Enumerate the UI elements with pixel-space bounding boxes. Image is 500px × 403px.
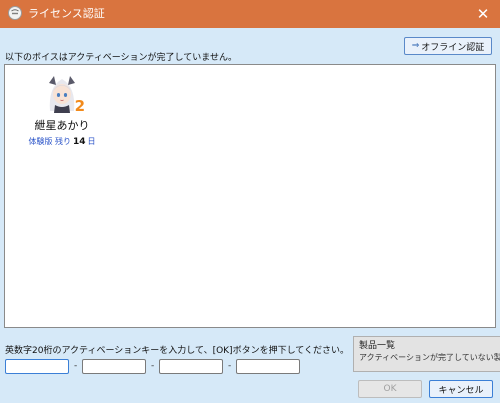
title-bar: ライセンス認証 ✕ xyxy=(0,0,500,28)
activation-key-field-3[interactable] xyxy=(159,359,223,374)
cancel-button[interactable]: キャンセル xyxy=(429,380,493,398)
avatar: 2 xyxy=(42,73,85,115)
trial-unit: 日 xyxy=(87,137,96,146)
close-button[interactable]: ✕ xyxy=(466,0,500,28)
offline-auth-label: オフライン認証 xyxy=(421,42,485,53)
activation-key-field-2[interactable] xyxy=(82,359,146,374)
chat-bubble-icon xyxy=(8,6,22,20)
activation-key-field-1[interactable] xyxy=(5,359,69,374)
key-separator: - xyxy=(151,361,155,371)
unactivated-voices-label: 以下のボイスはアクティベーションが完了していません。 xyxy=(5,53,238,63)
window-title: ライセンス認証 xyxy=(28,7,105,20)
voice-list-panel: 2 紲星あかり 体験版 残り 14 日 xyxy=(4,64,496,328)
trial-label: 体験版 残り xyxy=(28,137,71,146)
trial-status: 体験版 残り 14 日 xyxy=(23,136,101,148)
voice-name: 紲星あかり xyxy=(34,119,90,132)
product-list-title: 製品一覧 xyxy=(359,341,396,351)
trial-days: 14 xyxy=(73,137,86,147)
key-separator: - xyxy=(228,361,232,371)
version-badge: 2 xyxy=(74,97,85,115)
ok-button[interactable]: OK xyxy=(358,380,422,398)
offline-auth-button[interactable]: ⇒ オフライン認証 xyxy=(404,37,492,55)
activation-instruction: 英数字20桁のアクティベーションキーを入力して、[OK]ボタンを押下してください… xyxy=(5,346,350,356)
key-separator: - xyxy=(74,361,78,371)
arrow-right-icon: ⇒ xyxy=(411,41,420,51)
close-icon: ✕ xyxy=(476,5,490,23)
product-list-message: アクティベーションが完了していない製品 xyxy=(359,353,500,362)
voice-card[interactable]: 2 紲星あかり 体験版 残り 14 日 xyxy=(23,73,101,149)
activation-key-field-4[interactable] xyxy=(236,359,300,374)
product-list-panel: 製品一覧 アクティベーションが完了していない製品 xyxy=(353,336,500,372)
